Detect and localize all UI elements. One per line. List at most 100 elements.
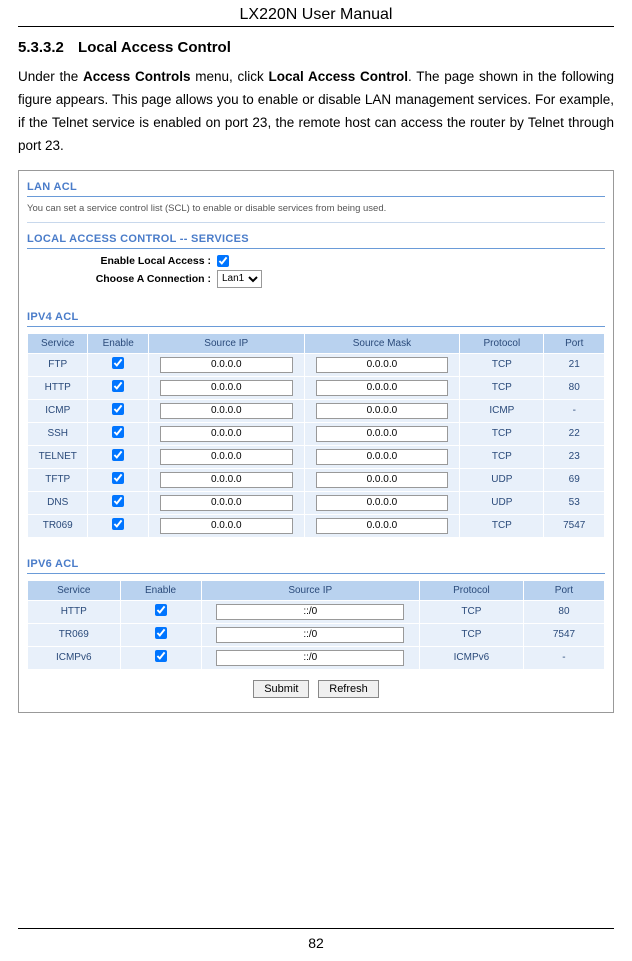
enable-checkbox[interactable] [155, 627, 167, 639]
cell-protocol: ICMPv6 [420, 647, 523, 669]
cell-port: 69 [544, 469, 604, 491]
services-heading: LOCAL ACCESS CONTROL -- SERVICES [27, 233, 605, 245]
refresh-button[interactable]: Refresh [318, 680, 379, 698]
source-mask-input[interactable] [316, 380, 449, 396]
cell-protocol: TCP [460, 377, 543, 399]
cell-service: HTTP [28, 601, 120, 623]
cell-service: TELNET [28, 446, 87, 468]
para-mid1: menu, click [191, 69, 269, 84]
section-number: 5.3.3.2 [18, 39, 64, 56]
col-service: Service [28, 581, 120, 600]
cell-protocol: ICMP [460, 400, 543, 422]
source-ip-input[interactable] [160, 403, 293, 419]
enable-local-access-label: Enable Local Access : [27, 255, 217, 267]
table-row: ICMPv6ICMPv6- [28, 647, 604, 669]
para-b2: Local Access Control [268, 69, 408, 84]
cell-port: 53 [544, 492, 604, 514]
col-service: Service [28, 334, 87, 353]
enable-checkbox[interactable] [112, 403, 124, 415]
cell-port: 23 [544, 446, 604, 468]
body-paragraph: Under the Access Controls menu, click Lo… [18, 66, 614, 158]
source-ip-input[interactable] [160, 380, 293, 396]
enable-checkbox[interactable] [112, 357, 124, 369]
cell-protocol: TCP [460, 446, 543, 468]
enable-checkbox[interactable] [112, 380, 124, 392]
cell-service: ICMP [28, 400, 87, 422]
cell-service: HTTP [28, 377, 87, 399]
choose-connection-select[interactable]: Lan1 [217, 270, 262, 288]
ipv4-acl-heading: IPV4 ACL [27, 311, 605, 323]
enable-checkbox[interactable] [155, 604, 167, 616]
table-row: TR069 TCP7547 [28, 515, 604, 537]
lan-acl-desc: You can set a service control list (SCL)… [27, 203, 605, 214]
enable-checkbox[interactable] [112, 472, 124, 484]
figure-screenshot: LAN ACL You can set a service control li… [18, 170, 614, 713]
source-ip-input[interactable] [160, 426, 293, 442]
cell-protocol: TCP [460, 354, 543, 376]
enable-local-access-checkbox[interactable] [217, 255, 229, 267]
cell-service: TFTP [28, 469, 87, 491]
source-ip-input[interactable] [160, 518, 293, 534]
cell-port: 80 [544, 377, 604, 399]
cell-port: 7547 [524, 624, 604, 646]
section-title: Local Access Control [78, 39, 231, 56]
divider [27, 222, 605, 223]
source-ip-input[interactable] [216, 627, 404, 643]
cell-port: - [544, 400, 604, 422]
divider [27, 573, 605, 574]
enable-checkbox[interactable] [112, 518, 124, 530]
source-ip-input[interactable] [160, 357, 293, 373]
para-pre: Under the [18, 69, 83, 84]
source-mask-input[interactable] [316, 472, 449, 488]
cell-service: FTP [28, 354, 87, 376]
source-ip-input[interactable] [160, 495, 293, 511]
cell-service: DNS [28, 492, 87, 514]
cell-port: 7547 [544, 515, 604, 537]
cell-protocol: TCP [460, 423, 543, 445]
ipv6-acl-table: Service Enable Source IP Protocol Port H… [27, 580, 605, 670]
cell-service: TR069 [28, 624, 120, 646]
cell-protocol: TCP [420, 624, 523, 646]
lan-acl-heading: LAN ACL [27, 181, 605, 193]
enable-checkbox[interactable] [112, 449, 124, 461]
source-ip-input[interactable] [216, 604, 404, 620]
table-row: TELNET TCP23 [28, 446, 604, 468]
table-row: TR069 TCP7547 [28, 624, 604, 646]
source-ip-input[interactable] [160, 449, 293, 465]
source-mask-input[interactable] [316, 449, 449, 465]
cell-protocol: TCP [420, 601, 523, 623]
section-heading: 5.3.3.2 Local Access Control [18, 39, 614, 56]
source-mask-input[interactable] [316, 403, 449, 419]
cell-port: 22 [544, 423, 604, 445]
source-mask-input[interactable] [316, 495, 449, 511]
col-source-ip: Source IP [202, 581, 419, 600]
divider [27, 248, 605, 249]
enable-checkbox[interactable] [112, 495, 124, 507]
cell-service: ICMPv6 [28, 647, 120, 669]
table-row: SSHTCP22 [28, 423, 604, 445]
cell-port: 21 [544, 354, 604, 376]
source-mask-input[interactable] [316, 426, 449, 442]
cell-service: TR069 [28, 515, 87, 537]
cell-protocol: UDP [460, 492, 543, 514]
table-row: ICMPICMP- [28, 400, 604, 422]
source-mask-input[interactable] [316, 518, 449, 534]
submit-button[interactable]: Submit [253, 680, 309, 698]
divider [27, 326, 605, 327]
cell-port: - [524, 647, 604, 669]
table-row: DNS UDP53 [28, 492, 604, 514]
ipv4-acl-table: Service Enable Source IP Source Mask Pro… [27, 333, 605, 538]
enable-checkbox[interactable] [112, 426, 124, 438]
source-ip-input[interactable] [216, 650, 404, 666]
col-enable: Enable [88, 334, 147, 353]
col-port: Port [524, 581, 604, 600]
col-source-mask: Source Mask [305, 334, 460, 353]
source-mask-input[interactable] [316, 357, 449, 373]
cell-protocol: UDP [460, 469, 543, 491]
source-ip-input[interactable] [160, 472, 293, 488]
cell-protocol: TCP [460, 515, 543, 537]
choose-connection-label: Choose A Connection : [27, 273, 217, 285]
col-protocol: Protocol [460, 334, 543, 353]
table-row: TFTP UDP69 [28, 469, 604, 491]
enable-checkbox[interactable] [155, 650, 167, 662]
